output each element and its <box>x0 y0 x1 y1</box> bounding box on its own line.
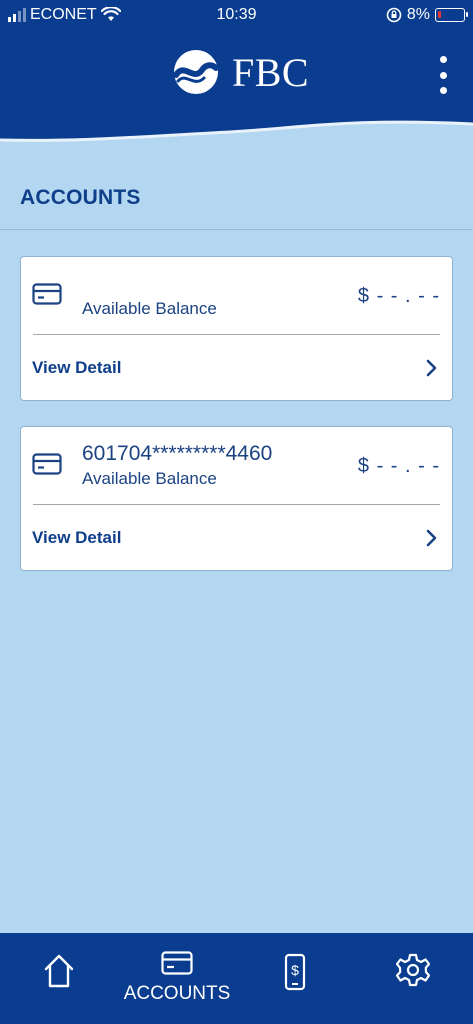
nav-payments[interactable]: $ <box>236 933 354 1024</box>
account-card: Available Balance $ - - . - - View Detai… <box>20 256 453 401</box>
card-icon <box>161 951 193 975</box>
nav-home[interactable] <box>0 933 118 1024</box>
app-header: ECONET 10:39 8% FBC <box>0 0 473 150</box>
account-number: 601704*********4460 <box>82 442 273 465</box>
nav-label: ACCOUNTS <box>123 983 231 1004</box>
battery-level <box>438 11 441 18</box>
brand: FBC <box>172 48 309 96</box>
section-divider <box>0 229 473 230</box>
account-card: 601704*********4460 Available Balance $ … <box>20 426 453 571</box>
credit-card-icon <box>32 283 62 305</box>
credit-card-icon <box>32 453 62 475</box>
nav-settings[interactable] <box>354 933 472 1024</box>
available-balance-label: Available Balance <box>82 469 217 488</box>
battery-percent: 8% <box>406 6 430 23</box>
brand-name: FBC <box>232 49 310 95</box>
nav-accounts[interactable]: ACCOUNTS <box>118 933 236 1024</box>
overflow-menu-button[interactable] <box>437 56 449 94</box>
status-right: 8% <box>386 6 468 24</box>
battery-icon <box>435 8 468 22</box>
chevron-right-icon <box>426 529 437 547</box>
menu-dot-icon <box>439 56 447 63</box>
balance-value: $ - - . - - <box>357 455 440 477</box>
bottom-nav: ACCOUNTS $ <box>0 933 473 1024</box>
available-balance-label: Available Balance <box>82 299 217 318</box>
view-detail-label: View Detail <box>32 358 122 377</box>
svg-text:$: $ <box>291 962 299 978</box>
view-detail-button[interactable]: View Detail <box>21 335 452 401</box>
home-icon <box>44 954 74 988</box>
orientation-lock-icon <box>386 7 402 23</box>
gear-icon <box>396 953 430 987</box>
page-title: ACCOUNTS <box>20 186 141 209</box>
fbc-logo-icon <box>173 50 219 94</box>
menu-dot-icon <box>439 71 447 79</box>
balance-value: $ - - . - - <box>357 285 440 307</box>
header-wave <box>0 120 473 150</box>
view-detail-label: View Detail <box>32 528 122 547</box>
view-detail-button[interactable]: View Detail <box>21 505 452 571</box>
menu-dot-icon <box>439 87 447 94</box>
status-bar: ECONET 10:39 8% <box>0 0 473 32</box>
chevron-right-icon <box>426 359 437 377</box>
phone-dollar-icon: $ <box>284 953 306 991</box>
